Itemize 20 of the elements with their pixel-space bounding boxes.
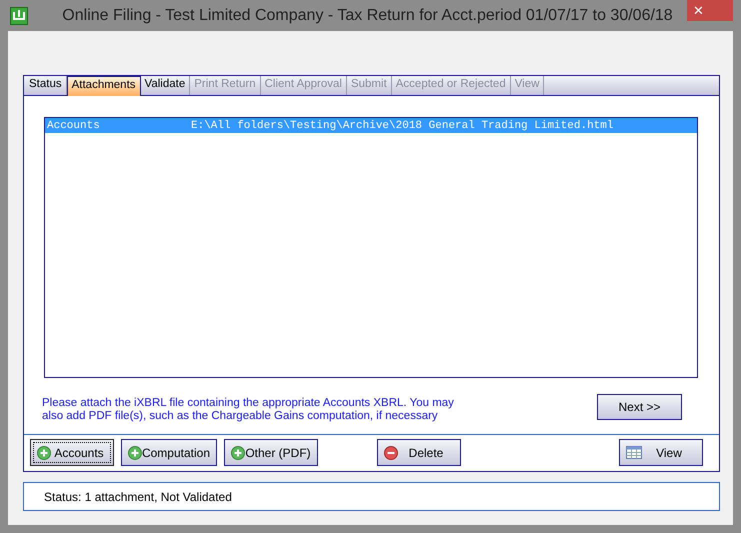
action-button[interactable]: Other (PDF) <box>224 439 318 466</box>
attachment-type: Accounts <box>47 120 101 132</box>
tab[interactable]: Attachments <box>66 76 141 96</box>
plus-icon <box>37 446 51 460</box>
table-icon <box>626 446 642 459</box>
instruction-text: Please attach the iXBRL file containing the appropriate Accounts XBRL. You may also add PDF file(s), such as the Chargeable Gains computation, if necessary <box>42 397 455 424</box>
tab[interactable]: Validate <box>140 76 190 95</box>
minus-icon <box>384 446 398 460</box>
action-button[interactable]: View <box>619 439 703 466</box>
app-logo-icon <box>10 6 28 24</box>
action-button[interactable]: Delete <box>377 439 461 466</box>
action-button[interactable]: Accounts <box>30 439 114 466</box>
close-button[interactable]: ✕ <box>687 0 733 21</box>
status-text: Status: 1 attachment, Not Validated <box>44 490 232 504</box>
action-button[interactable]: Computation <box>121 439 217 466</box>
file-path: E:\All folders\Testing\Archive\2018 General Trading Limited.html <box>191 120 614 132</box>
plus-icon <box>231 446 245 460</box>
next-button[interactable]: Next >> <box>597 394 682 420</box>
window-title: Online Filing - Test Limited Company - Tax Return for Acct.period 01/07/17 to 30/06/18 <box>61 6 674 24</box>
plus-icon <box>128 446 142 460</box>
